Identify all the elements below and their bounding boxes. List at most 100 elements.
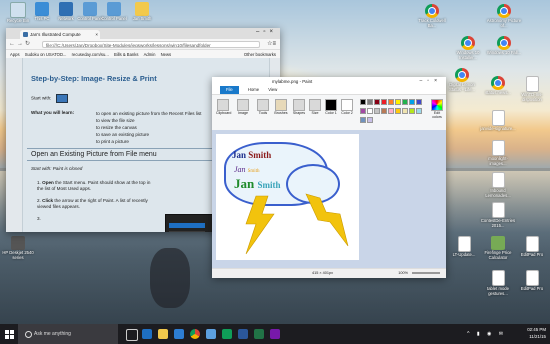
color1-button[interactable]: Color 1: [324, 99, 338, 115]
document-icon: [525, 270, 539, 286]
tab-home[interactable]: Home: [248, 87, 259, 92]
tab-file[interactable]: File: [220, 86, 239, 94]
color2-button[interactable]: Color 2: [340, 99, 354, 115]
desktop-icon-r14[interactable]: tablet mode gestures...: [480, 270, 516, 297]
edit-colors-button[interactable]: Edit colors: [430, 99, 444, 119]
desktop: Recycle Bin This PC Network Control Pane…: [0, 0, 550, 324]
document-icon: [525, 76, 539, 92]
desktop-icon-r6[interactable]: WinTD-Ins-disposition: [514, 76, 550, 103]
bookmark-item[interactable]: Sudoku on USATOD...: [25, 52, 67, 57]
task-view-icon[interactable]: [126, 329, 138, 341]
bookmark-item[interactable]: recuseday.com/su...: [72, 52, 109, 57]
lightning-bolt-left: [245, 195, 275, 255]
size-button[interactable]: Size: [308, 99, 322, 115]
desktop-icon-r0[interactable]: Track Coldwell Ba...: [414, 4, 450, 29]
desktop-icon-r12[interactable]: LT-Update...: [446, 236, 482, 258]
desktop-icon-printer[interactable]: HP Deskjet 2540 series: [0, 236, 36, 261]
paint-window[interactable]: mylabme.png - Paint –▫× File Home View C…: [212, 77, 446, 278]
desktop-icon-r13[interactable]: Firefinge Price Calculator: [480, 236, 516, 261]
excel-taskbar-icon[interactable]: [254, 329, 264, 339]
desktop-icon-r11[interactable]: EditPad Pro: [514, 236, 550, 258]
color-swatch[interactable]: [374, 108, 380, 114]
image-size: 415 × 401px: [312, 271, 334, 275]
clock[interactable]: 02:45 PM 11/21/15: [527, 326, 546, 340]
bookmark-apps[interactable]: Apps: [10, 52, 20, 57]
color-swatch[interactable]: [416, 108, 422, 114]
tools-group[interactable]: Tools: [256, 99, 270, 115]
desktop-icon-r3[interactable]: Windows 10 Fall...: [486, 36, 522, 56]
document-icon: [491, 140, 505, 156]
color-swatch[interactable]: [402, 99, 408, 105]
bookmark-item[interactable]: Bills & Banks: [114, 52, 138, 57]
color-swatch[interactable]: [374, 99, 380, 105]
system-tray-icons[interactable]: ^ ▮ ◉ ✉: [467, 331, 506, 337]
desktop-icon-r8[interactable]: moonlight-images...: [480, 140, 516, 167]
bookmark-item[interactable]: Admin: [144, 52, 156, 57]
image-group[interactable]: Image: [236, 99, 250, 115]
paint-ribbon-tabs: File Home View: [212, 86, 446, 95]
step-3: 3.: [37, 216, 41, 221]
desktop-icon-r4[interactable]: Digital Lemon Status - Life...: [444, 68, 480, 93]
desktop-icon-r7[interactable]: janvide-signature...: [480, 110, 516, 132]
paint-taskbar-icon[interactable]: [206, 329, 216, 339]
window-controls[interactable]: –▫×: [420, 77, 442, 86]
close-tab-icon[interactable]: ×: [95, 30, 98, 39]
color-swatch[interactable]: [360, 99, 366, 105]
tab-view[interactable]: View: [268, 87, 277, 92]
chrome-taskbar-icon[interactable]: [190, 329, 200, 339]
desktop-icon-r2[interactable]: Windows 10 Installer...: [450, 36, 486, 61]
browser-tab[interactable]: Jan's Illustrated Compute ×: [20, 30, 100, 39]
color-swatch[interactable]: [381, 99, 387, 105]
desktop-icon-r5[interactable]: status.news...: [480, 76, 516, 96]
color-swatch[interactable]: [367, 117, 373, 123]
color-swatch[interactable]: [388, 99, 394, 105]
onenote-taskbar-icon[interactable]: [270, 329, 280, 339]
window-controls[interactable]: –▫×: [256, 29, 277, 35]
color-swatch[interactable]: [416, 99, 422, 105]
clipboard-group[interactable]: Clipboard: [216, 99, 231, 115]
tab-strip: Jan's Illustrated Compute × –▫×: [6, 28, 280, 39]
color-swatch[interactable]: [395, 99, 401, 105]
start-button[interactable]: [0, 324, 18, 344]
menu-icon[interactable]: ☆≡: [267, 40, 276, 47]
color-swatch[interactable]: [381, 108, 387, 114]
color-swatch[interactable]: [409, 99, 415, 105]
shapes-button[interactable]: Shapes: [292, 99, 306, 115]
desktop-icon-r15[interactable]: EditPad Pro: [514, 270, 550, 292]
network-icon: [59, 2, 73, 16]
learning-goals: What you will learn: to open an existing…: [31, 110, 202, 144]
desktop-icon-r9[interactable]: Inbound Lemonades...: [480, 172, 516, 199]
color-swatch[interactable]: [367, 99, 373, 105]
document-icon: [525, 236, 539, 252]
color-swatch[interactable]: [395, 108, 401, 114]
desktop-icon-r10[interactable]: ContestDe-Entries 2015...: [480, 202, 516, 229]
store-icon[interactable]: [174, 329, 184, 339]
desktop-icon-r1[interactable]: Astronomy Picture of...: [486, 4, 522, 29]
document-icon: [457, 236, 471, 252]
search-box[interactable]: Ask me anything: [18, 324, 118, 344]
color-swatch[interactable]: [360, 108, 366, 114]
word-taskbar-icon[interactable]: [238, 329, 248, 339]
color-palette[interactable]: [360, 99, 428, 126]
url-input[interactable]: file:///C:/Users/Jan/Dropbox/Site-Module…: [42, 40, 260, 48]
color-swatch[interactable]: [409, 108, 415, 114]
app-taskbar-icon[interactable]: [222, 329, 232, 339]
color-swatch[interactable]: [360, 117, 366, 123]
color-swatch[interactable]: [388, 108, 394, 114]
color-swatch[interactable]: [402, 108, 408, 114]
chrome-icon: [461, 36, 475, 50]
file-explorer-icon[interactable]: [158, 329, 168, 339]
paint-title: mylabme.png - Paint: [272, 79, 313, 84]
canvas-area: Jan Smith Jan Smith Jan Smith: [212, 130, 446, 268]
brushes-button[interactable]: Brushes: [274, 99, 288, 115]
nav-buttons[interactable]: ←→↻: [9, 40, 32, 47]
color-swatch[interactable]: [367, 108, 373, 114]
edge-icon[interactable]: [142, 329, 152, 339]
zoom-slider[interactable]: [412, 272, 440, 274]
canvas-text-line2: Jan Smith: [234, 165, 260, 174]
bookmark-item[interactable]: News: [161, 52, 171, 57]
paint-canvas[interactable]: Jan Smith Jan Smith Jan Smith: [216, 134, 359, 260]
canvas-text-line1: Jan Smith: [232, 150, 272, 160]
desktop-icon-user-folder[interactable]: Jan Smith: [124, 2, 160, 22]
chrome-icon: [425, 4, 439, 18]
